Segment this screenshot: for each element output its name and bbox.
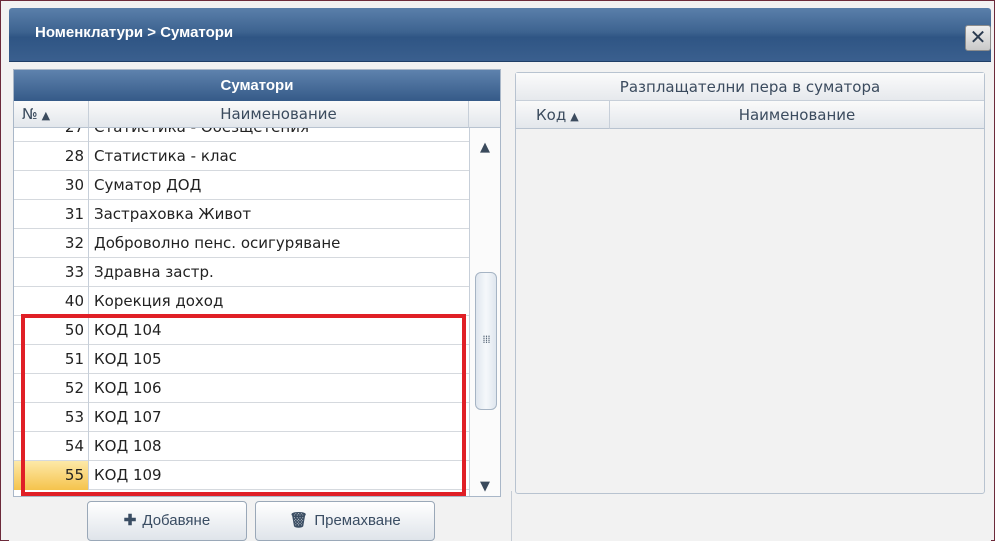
table-row[interactable]: 50 КОД 104 — [14, 316, 469, 345]
vertical-scrollbar[interactable]: ▲ ⁞⁞⁞ ▼ — [469, 128, 500, 496]
row-number: 40 — [14, 287, 89, 316]
row-number: 54 — [14, 432, 89, 461]
add-button-label: Добавяне — [142, 512, 211, 529]
column-name-header[interactable]: Наименование — [89, 101, 469, 128]
summators-list: 27 Статистика - Обезщетения 28 Статистик… — [14, 128, 469, 496]
column-number-header[interactable]: № ▲ — [14, 101, 89, 128]
table-row[interactable]: 51 КОД 105 — [14, 345, 469, 374]
row-name: Застраховка Живот — [94, 205, 252, 223]
column-code-label: Код — [536, 106, 567, 124]
column-header-spacer — [469, 101, 500, 128]
row-name: Здравна застр. — [94, 263, 214, 281]
scroll-up-icon[interactable]: ▲ — [470, 138, 500, 158]
row-name: КОД 106 — [94, 379, 162, 397]
row-number: 53 — [14, 403, 89, 432]
remove-button[interactable]: 🗑 Премахване — [255, 501, 435, 541]
remove-button-label: Премахване — [314, 512, 401, 529]
table-row[interactable]: 33 Здравна застр. — [14, 258, 469, 287]
column-code-header[interactable]: Код ▲ — [516, 101, 610, 129]
add-button[interactable]: ✚ Добавяне — [87, 501, 247, 541]
table-row[interactable]: 53 КОД 107 — [14, 403, 469, 432]
title-bar: Номенклатури > Суматори ✕ — [9, 8, 991, 62]
table-row[interactable]: 28 Статистика - клас — [14, 142, 469, 171]
row-number: 27 — [14, 128, 89, 142]
row-number: 50 — [14, 316, 89, 345]
window-title: Номенклатури > Суматори — [35, 24, 234, 41]
row-name: КОД 108 — [94, 437, 162, 455]
row-name: КОД 107 — [94, 408, 162, 426]
table-row[interactable]: 32 Доброволно пенс. осигуряване — [14, 229, 469, 258]
row-number: 32 — [14, 229, 89, 258]
row-name: Статистика - Обезщетения — [94, 128, 309, 141]
payment-items-panel: Разплащателни пера в суматора Код ▲ Наиме… — [515, 72, 985, 494]
row-name: КОД 109 — [94, 466, 162, 484]
table-row[interactable]: 31 Застраховка Живот — [14, 200, 469, 229]
table-row[interactable]: 54 КОД 108 — [14, 432, 469, 461]
scroll-thumb[interactable]: ⁞⁞⁞ — [475, 272, 497, 410]
table-row[interactable]: 30 Суматор ДОД — [14, 171, 469, 200]
row-number: 52 — [14, 374, 89, 403]
row-number: 55 — [14, 461, 89, 490]
scroll-down-icon[interactable]: ▼ — [470, 478, 500, 496]
plus-icon: ✚ — [123, 512, 137, 529]
summators-panel: Суматори №▲ Наименование 27 Статистика -… — [13, 69, 501, 497]
payment-items-header: Разплащателни пера в суматора — [516, 73, 984, 101]
sort-ascending-icon: ▲ — [570, 110, 579, 123]
column-name-header[interactable]: Наименование — [610, 101, 984, 129]
grip-icon: ⁞⁞⁞ — [482, 333, 491, 346]
row-number: 30 — [14, 171, 89, 200]
sort-ascending-icon: ▲ — [41, 109, 51, 122]
table-row[interactable]: 40 Корекция доход — [14, 287, 469, 316]
row-name: Доброволно пенс. осигуряване — [94, 234, 341, 252]
row-number: 31 — [14, 200, 89, 229]
row-name: КОД 104 — [94, 321, 162, 339]
column-number-label: № — [22, 105, 38, 123]
row-name: Суматор ДОД — [94, 176, 202, 194]
table-row[interactable]: 52 КОД 106 — [14, 374, 469, 403]
dialog-window: Номенклатури > Суматори ✕ Суматори № ▲ На… — [0, 0, 995, 541]
row-name: Корекция доход — [94, 292, 224, 310]
close-icon[interactable]: ✕ — [965, 25, 991, 51]
panel-divider — [511, 491, 512, 541]
table-row[interactable]: 27 Статистика - Обезщетения — [14, 128, 469, 142]
row-name: Статистика - клас — [94, 147, 237, 165]
table-row-selected[interactable]: 55 КОД 109 — [14, 461, 469, 490]
row-name: КОД 105 — [94, 350, 162, 368]
row-number: 28 — [14, 142, 89, 171]
row-number: 33 — [14, 258, 89, 287]
summators-header: Суматори — [14, 70, 500, 101]
trash-icon: 🗑 — [289, 512, 309, 529]
row-number: 51 — [14, 345, 89, 374]
